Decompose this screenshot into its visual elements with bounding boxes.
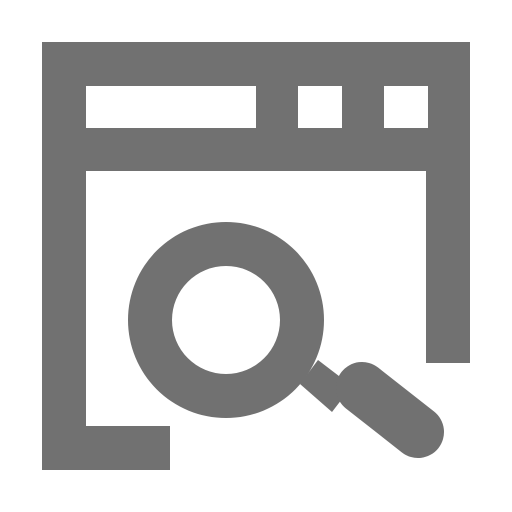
icon-canvas xyxy=(0,0,512,512)
magnifier-lens xyxy=(127,221,324,419)
window-title-bar xyxy=(42,42,470,171)
browser-window-search-icon xyxy=(42,42,470,470)
magnifier-handle xyxy=(336,362,444,458)
window-left-edge xyxy=(42,171,86,470)
window-right-edge xyxy=(426,171,470,363)
window-bottom-edge xyxy=(86,426,170,470)
magnifier-icon xyxy=(127,221,444,458)
